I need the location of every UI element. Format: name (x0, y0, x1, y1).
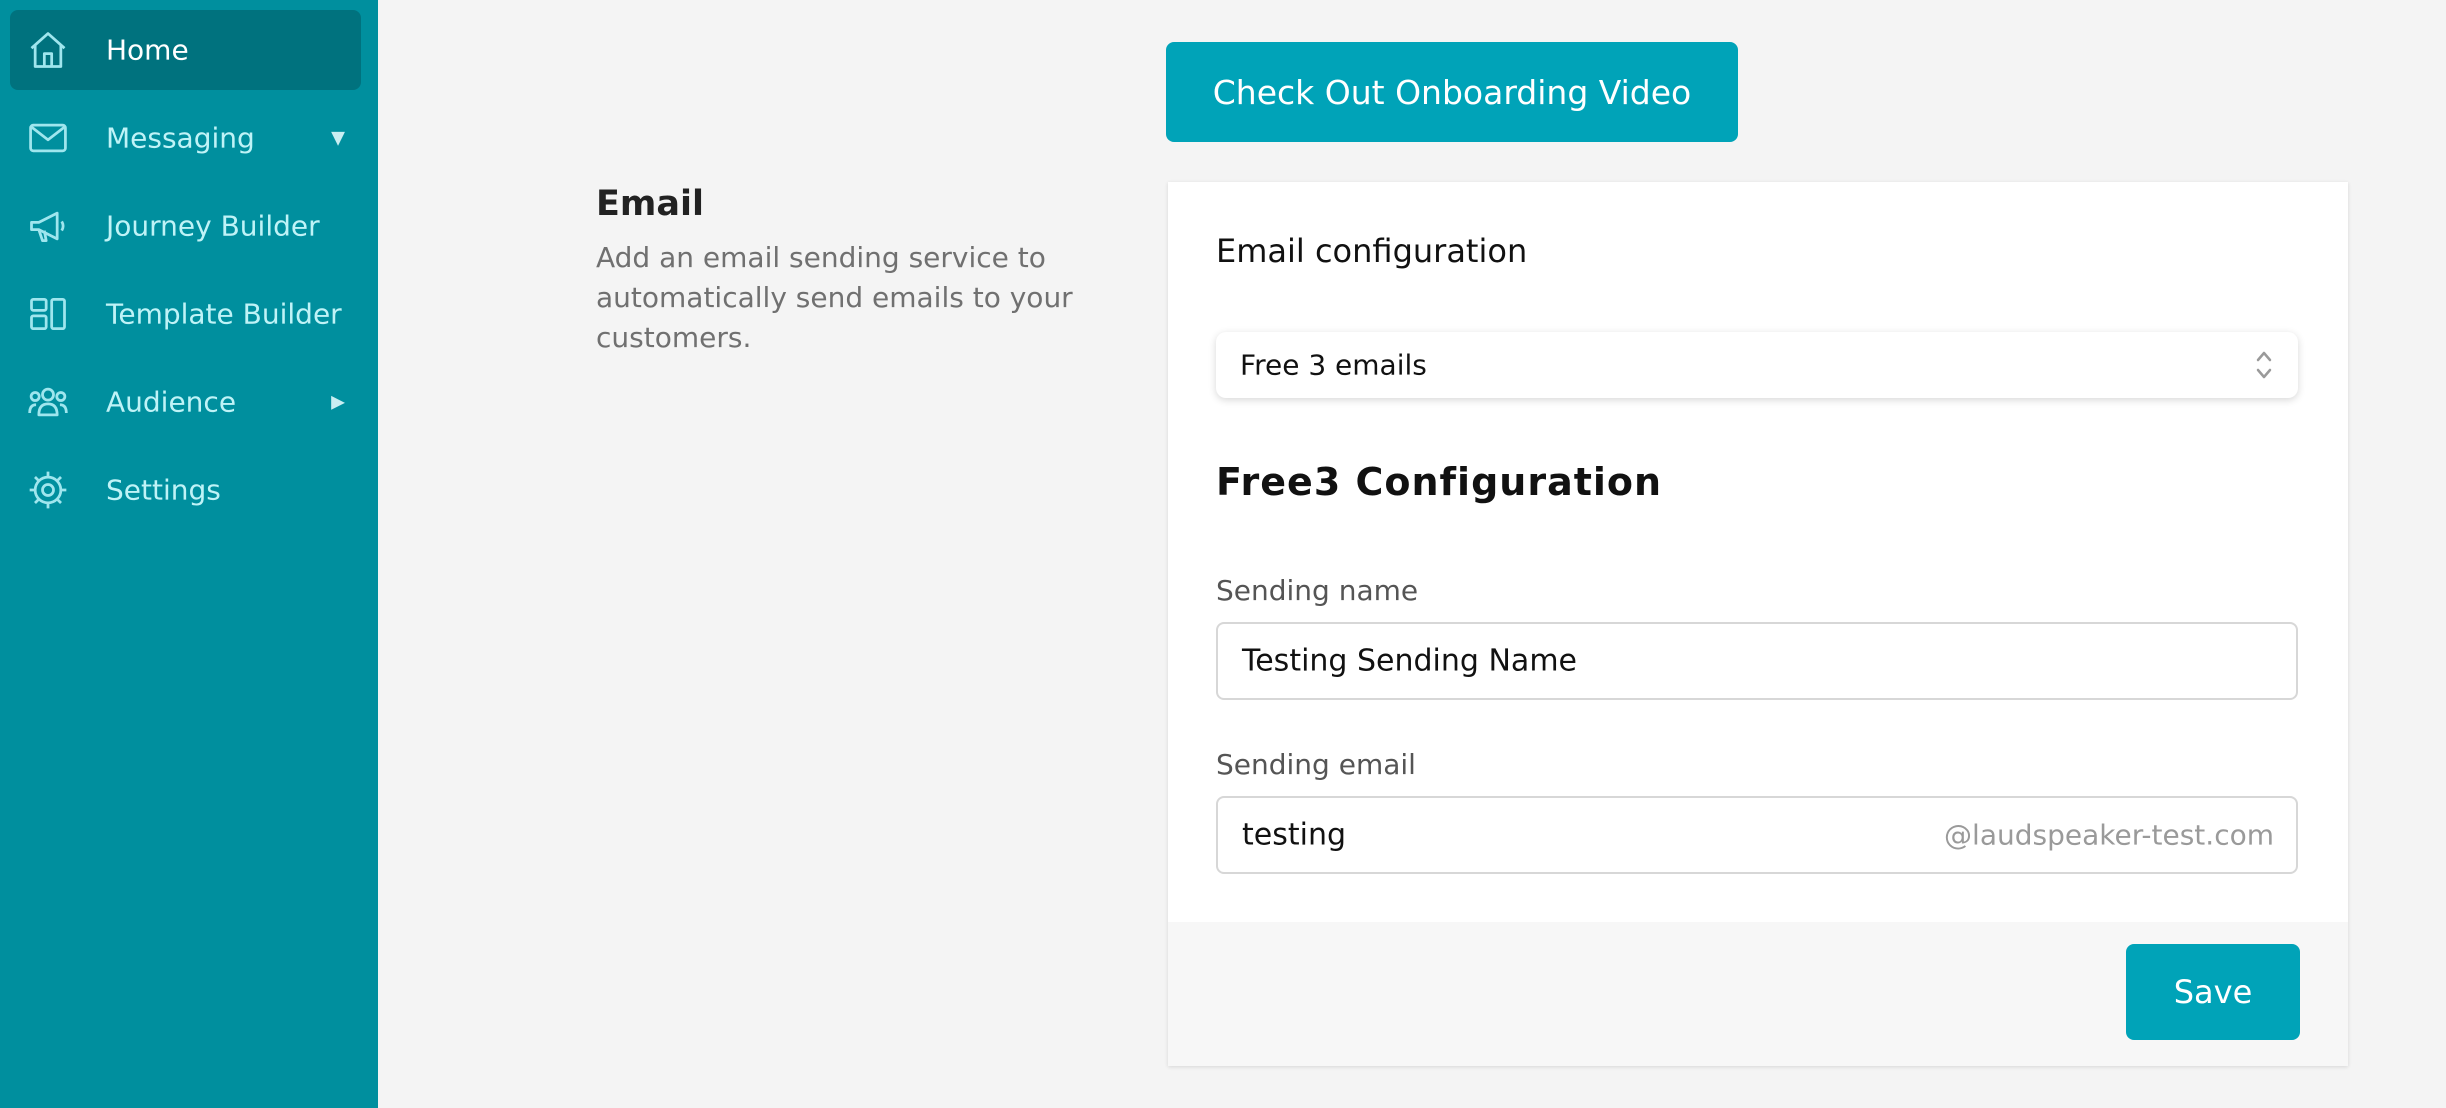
sidebar-item-label: Journey Builder (106, 209, 320, 243)
onboarding-video-button[interactable]: Check Out Onboarding Video (1166, 42, 1738, 142)
section-title: Email (596, 184, 704, 224)
sending-name-label: Sending name (1216, 574, 1419, 607)
save-button[interactable]: Save (2126, 944, 2300, 1040)
sidebar-item-home[interactable]: Home (10, 10, 361, 90)
sidebar-item-audience[interactable]: Audience ▶ (10, 362, 361, 442)
app-root: Home Messaging ▼ Journey Builder Templat… (0, 0, 2446, 1108)
sidebar-item-messaging[interactable]: Messaging ▼ (10, 98, 361, 178)
email-domain-suffix: @laudspeaker-test.com (1944, 818, 2274, 852)
section-description: Add an email sending service to automati… (596, 241, 1073, 354)
sidebar-item-label: Messaging (106, 121, 255, 155)
layout-icon (26, 292, 70, 336)
sending-name-input[interactable]: Testing Sending Name (1216, 622, 2298, 700)
provider-config-title: Free3 Configuration (1216, 460, 1663, 504)
megaphone-icon (26, 204, 70, 248)
users-icon (26, 380, 70, 424)
sidebar-item-label: Home (106, 33, 189, 67)
sidebar-item-settings[interactable]: Settings (10, 450, 361, 530)
select-value: Free 3 emails (1240, 348, 1427, 382)
mail-icon (26, 116, 70, 160)
email-provider-select[interactable]: Free 3 emails (1216, 332, 2298, 398)
caret-down-icon[interactable]: ▼ (331, 128, 345, 149)
sending-email-input[interactable]: testing @laudspeaker-test.com (1216, 796, 2298, 874)
email-config-card: Email configuration Free 3 emails Free3 … (1168, 182, 2348, 1066)
input-value: Testing Sending Name (1242, 643, 1577, 679)
sidebar-item-template-builder[interactable]: Template Builder (10, 274, 361, 354)
sidebar-item-label: Audience (106, 385, 237, 419)
sidebar-item-journey-builder[interactable]: Journey Builder (10, 186, 361, 266)
home-icon (26, 28, 70, 72)
chevron-up-down-icon (2256, 351, 2272, 379)
sidebar-item-label: Template Builder (106, 297, 342, 331)
email-configuration-title: Email configuration (1216, 232, 1528, 270)
sidebar: Home Messaging ▼ Journey Builder Templat… (0, 0, 378, 1108)
caret-right-icon[interactable]: ▶ (331, 392, 345, 413)
sidebar-item-label: Settings (106, 473, 221, 507)
sending-email-label: Sending email (1216, 748, 1416, 781)
gear-icon (26, 468, 70, 512)
input-value: testing (1242, 817, 1347, 853)
card-footer: Save (1168, 922, 2348, 1066)
